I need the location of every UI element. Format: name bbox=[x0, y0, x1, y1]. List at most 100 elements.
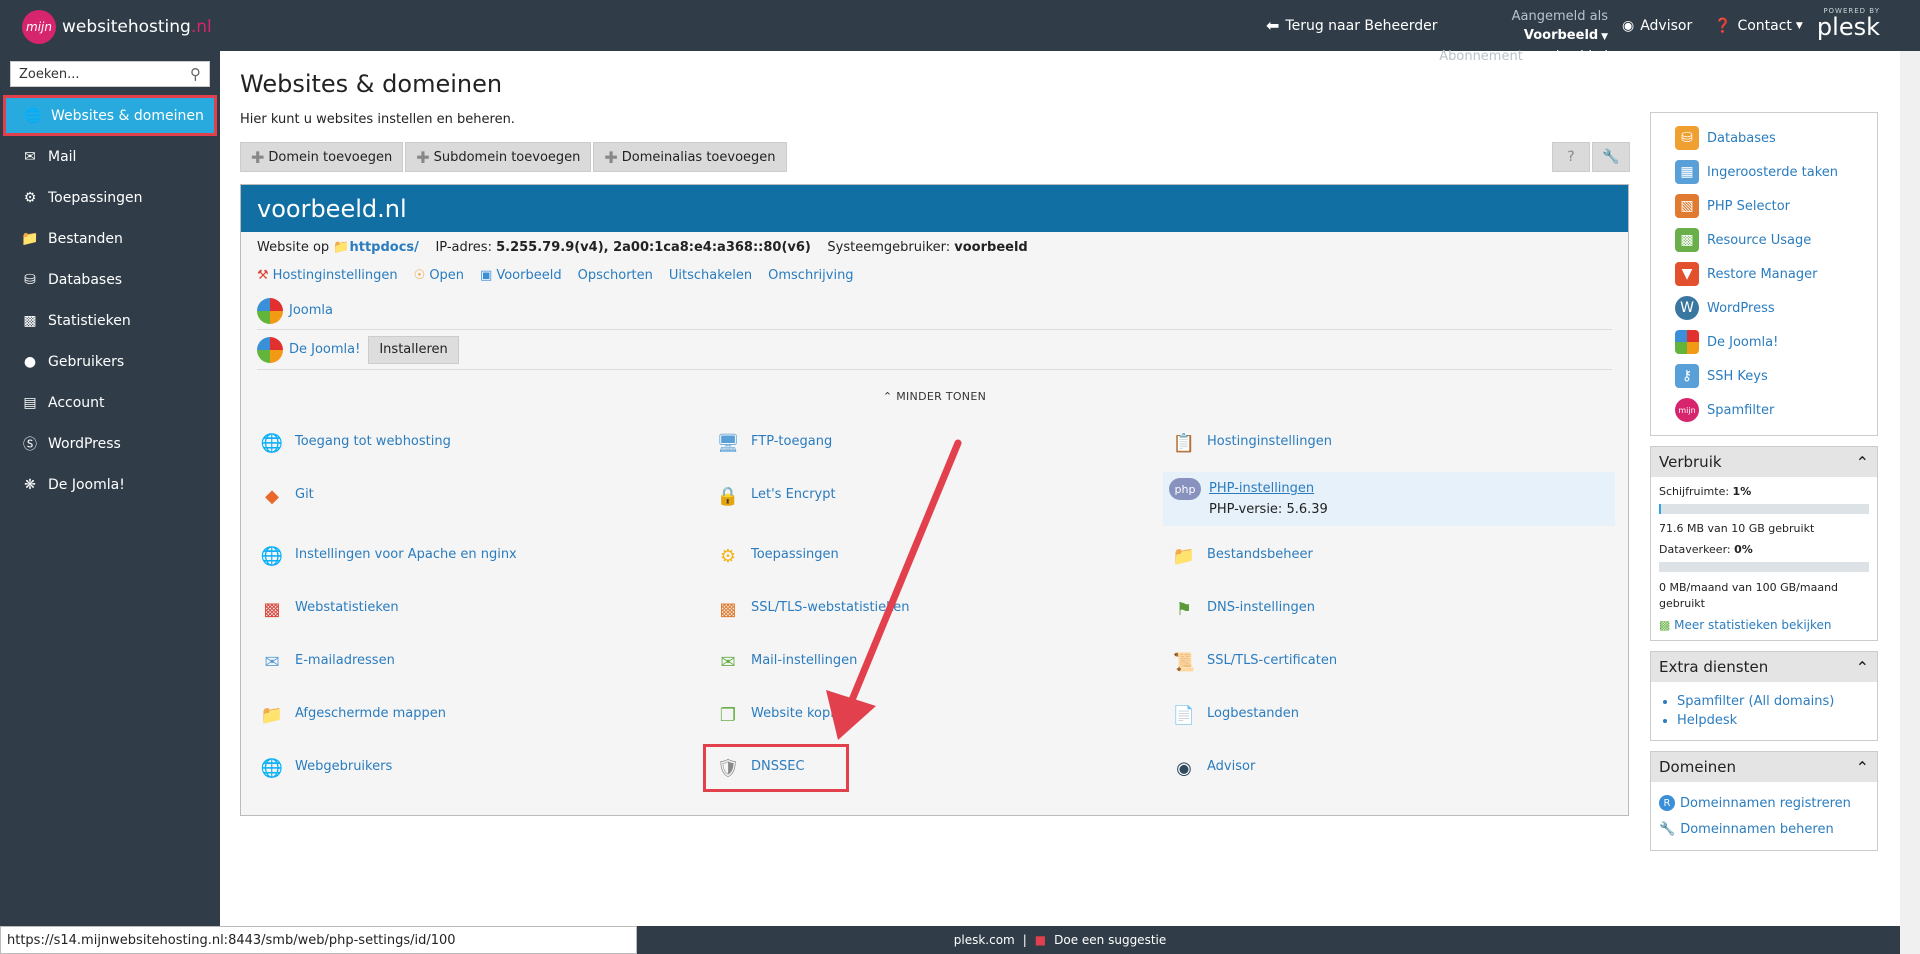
tile-label[interactable]: Mail-instellingen bbox=[751, 653, 857, 668]
quick-link-label[interactable]: Restore Manager bbox=[1707, 267, 1817, 282]
tile-label[interactable]: Let's Encrypt bbox=[751, 487, 836, 502]
brand-logo[interactable]: mijn websitehosting.nl bbox=[22, 10, 212, 44]
search-input[interactable]: Zoeken... ⚲ bbox=[10, 61, 210, 87]
preview-link[interactable]: ▣ Voorbeeld bbox=[480, 268, 562, 283]
sidebar-item-websites[interactable]: 🌐 Websites & domeinen bbox=[3, 95, 217, 136]
tile-label[interactable]: Webgebruikers bbox=[295, 759, 392, 774]
search-icon[interactable]: ⚲ bbox=[190, 65, 201, 83]
scrollbar[interactable] bbox=[1900, 51, 1920, 954]
add-domain-alias-button[interactable]: ✚ Domeinalias toevoegen bbox=[593, 142, 787, 172]
show-less-toggle[interactable]: ⌃ MINDER TONEN bbox=[241, 390, 1628, 403]
quick-link-label[interactable]: Spamfilter bbox=[1707, 403, 1774, 418]
sidebar-item-users[interactable]: ● Gebruikers bbox=[0, 341, 220, 382]
add-domain-button[interactable]: ✚ Domein toevoegen bbox=[240, 142, 404, 172]
tile-web-stats[interactable]: ▩ Webstatistieken bbox=[257, 594, 399, 624]
quick-link-ssh-keys[interactable]: ⚷ SSH Keys bbox=[1675, 359, 1877, 393]
suggestion-link[interactable]: Doe een suggestie bbox=[1054, 933, 1166, 947]
domains-header[interactable]: Domeinen ⌃ bbox=[1651, 752, 1877, 782]
tile-label[interactable]: SSL/TLS-certificaten bbox=[1207, 653, 1337, 668]
tile-certificates[interactable]: 📜 SSL/TLS-certificaten bbox=[1169, 647, 1337, 677]
description-link[interactable]: Omschrijving bbox=[768, 268, 853, 283]
register-domains-link[interactable]: R Domeinnamen registreren bbox=[1659, 790, 1869, 816]
sidebar-item-account[interactable]: ▤ Account bbox=[0, 382, 220, 423]
tile-email[interactable]: ✉ E-mailadressen bbox=[257, 647, 395, 677]
quick-link-label[interactable]: Databases bbox=[1707, 131, 1776, 146]
tile-label[interactable]: Instellingen voor Apache en nginx bbox=[295, 547, 517, 562]
tile-hosting-settings[interactable]: 📋 Hostinginstellingen bbox=[1169, 428, 1332, 458]
tile-dns[interactable]: ⚑ DNS-instellingen bbox=[1169, 594, 1315, 624]
manage-domains-link[interactable]: 🔧 Domeinnamen beheren bbox=[1659, 816, 1869, 842]
tile-file-manager[interactable]: 📁 Bestandsbeheer bbox=[1169, 541, 1313, 571]
tile-label[interactable]: DNS-instellingen bbox=[1207, 600, 1315, 615]
tile-label[interactable]: Toegang tot webhosting bbox=[295, 434, 451, 449]
httpdocs-link[interactable]: httpdocs/ bbox=[350, 240, 419, 255]
tile-label[interactable]: Hostinginstellingen bbox=[1207, 434, 1332, 449]
account-info[interactable]: Aangemeld als Voorbeeld ▼ Abonnement voo… bbox=[1434, 7, 1608, 66]
manage-domains-label[interactable]: Domeinnamen beheren bbox=[1680, 822, 1834, 837]
tile-label[interactable]: Webstatistieken bbox=[295, 600, 399, 615]
domain-name[interactable]: voorbeeld.nl bbox=[241, 185, 1628, 232]
sidebar-item-databases[interactable]: ⛁ Databases bbox=[0, 259, 220, 300]
de-joomla-link[interactable]: De Joomla! bbox=[289, 342, 360, 357]
tile-advisor[interactable]: ◉ Advisor bbox=[1169, 753, 1255, 783]
plesk-com-link[interactable]: plesk.com bbox=[954, 933, 1015, 947]
tile-mail-settings[interactable]: ✉ Mail-instellingen bbox=[713, 647, 857, 677]
quick-link-resource-usage[interactable]: ▩ Resource Usage bbox=[1675, 223, 1877, 257]
sidebar-item-mail[interactable]: ✉ Mail bbox=[0, 136, 220, 177]
quick-link-label[interactable]: De Joomla! bbox=[1707, 335, 1778, 350]
helpdesk-link[interactable]: Helpdesk bbox=[1677, 713, 1737, 728]
tile-apache-nginx[interactable]: 🌐 Instellingen voor Apache en nginx bbox=[257, 541, 517, 571]
tile-php-settings[interactable]: php PHP-instellingen PHP-versie: 5.6.39 bbox=[1163, 472, 1615, 526]
quick-link-label[interactable]: Resource Usage bbox=[1707, 233, 1811, 248]
spamfilter-all-link[interactable]: Spamfilter (All domains) bbox=[1677, 694, 1834, 709]
joomla-link[interactable]: Joomla bbox=[289, 303, 333, 318]
quick-link-databases[interactable]: ⛁ Databases bbox=[1675, 121, 1877, 155]
tile-label[interactable]: Advisor bbox=[1207, 759, 1255, 774]
tile-git[interactable]: ◆ Git bbox=[257, 481, 314, 511]
help-button[interactable]: ? bbox=[1552, 142, 1590, 172]
usage-header[interactable]: Verbruik ⌃ bbox=[1651, 447, 1877, 477]
tile-label[interactable]: Logbestanden bbox=[1207, 706, 1299, 721]
quick-link-wordpress[interactable]: W WordPress bbox=[1675, 291, 1877, 325]
more-stats-link[interactable]: ▩ Meer statistieken bekijken bbox=[1659, 618, 1869, 632]
suspend-link[interactable]: Opschorten bbox=[578, 268, 653, 283]
quick-link-restore-manager[interactable]: ▼ Restore Manager bbox=[1675, 257, 1877, 291]
back-to-admin-link[interactable]: ⬅ Terug naar Beheerder bbox=[1266, 0, 1437, 51]
tile-label[interactable]: Website kopiëren bbox=[751, 706, 863, 721]
sidebar-item-applications[interactable]: ⚙ Toepassingen bbox=[0, 177, 220, 218]
tile-label[interactable]: Git bbox=[295, 487, 314, 502]
sidebar-item-statistics[interactable]: ▩ Statistieken bbox=[0, 300, 220, 341]
tools-button[interactable]: 🔧 bbox=[1592, 142, 1630, 172]
quick-link-label[interactable]: PHP Selector bbox=[1707, 199, 1790, 214]
extra-services-header[interactable]: Extra diensten ⌃ bbox=[1651, 652, 1877, 682]
hosting-settings-link[interactable]: ⚒ Hostinginstellingen bbox=[257, 268, 398, 283]
quick-link-spamfilter[interactable]: mijn Spamfilter bbox=[1675, 393, 1877, 427]
tile-label[interactable]: E-mailadressen bbox=[295, 653, 395, 668]
list-item[interactable]: Spamfilter (All domains) bbox=[1677, 694, 1869, 709]
tile-label[interactable]: SSL/TLS-webstatistieken bbox=[751, 600, 909, 615]
tile-protected-dirs[interactable]: 📁 Afgeschermde mappen bbox=[257, 700, 446, 730]
list-item[interactable]: Helpdesk bbox=[1677, 713, 1869, 728]
quick-link-label[interactable]: SSH Keys bbox=[1707, 369, 1768, 384]
add-subdomain-button[interactable]: ✚ Subdomein toevoegen bbox=[405, 142, 592, 172]
advisor-link[interactable]: ◉ Advisor bbox=[1622, 0, 1692, 51]
more-stats-label[interactable]: Meer statistieken bekijken bbox=[1674, 618, 1831, 632]
quick-link-de-joomla[interactable]: De Joomla! bbox=[1675, 325, 1877, 359]
sidebar-item-wordpress[interactable]: Ⓢ WordPress bbox=[0, 423, 220, 464]
open-link[interactable]: ☉ Open bbox=[414, 268, 464, 283]
disable-link[interactable]: Uitschakelen bbox=[669, 268, 752, 283]
quick-link-label[interactable]: Ingeroosterde taken bbox=[1707, 165, 1838, 180]
tile-label[interactable]: Afgeschermde mappen bbox=[295, 706, 446, 721]
tile-lets-encrypt[interactable]: 🔒 Let's Encrypt bbox=[713, 481, 836, 511]
install-button[interactable]: Installeren bbox=[368, 335, 459, 364]
tile-web-users[interactable]: 🌐 Webgebruikers bbox=[257, 753, 392, 783]
tile-label[interactable]: Bestandsbeheer bbox=[1207, 547, 1313, 562]
tile-applications[interactable]: ⚙ Toepassingen bbox=[713, 541, 839, 571]
tile-label[interactable]: FTP-toegang bbox=[751, 434, 832, 449]
tile-label[interactable]: Toepassingen bbox=[751, 547, 839, 562]
register-domains-label[interactable]: Domeinnamen registreren bbox=[1680, 796, 1851, 811]
tile-hosting-access[interactable]: 🌐 Toegang tot webhosting bbox=[257, 428, 451, 458]
tile-ssl-stats[interactable]: ▩ SSL/TLS-webstatistieken bbox=[713, 594, 909, 624]
tile-copy-site[interactable]: ❐ Website kopiëren bbox=[713, 700, 863, 730]
contact-menu[interactable]: ❓ Contact ▼ bbox=[1714, 0, 1803, 51]
